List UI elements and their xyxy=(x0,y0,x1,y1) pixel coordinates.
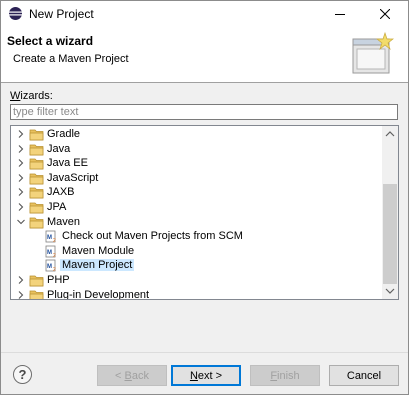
folder-icon xyxy=(29,275,44,287)
tree-item-label: JAXB xyxy=(47,186,75,199)
wizard-title: Select a wizard xyxy=(7,34,94,48)
window-title: New Project xyxy=(29,7,94,21)
svg-text:2: 2 xyxy=(53,253,56,259)
tree-item[interactable]: M 2 Maven Project xyxy=(11,258,383,273)
tree-item-label: JavaScript xyxy=(47,171,99,184)
tree-item[interactable]: Maven xyxy=(11,215,383,230)
wizard-header: Select a wizard Create a Maven Project xyxy=(1,27,408,83)
tree-item-label: Maven xyxy=(47,215,81,228)
chevron-down-icon[interactable] xyxy=(16,217,26,227)
tree-item[interactable]: JPA xyxy=(11,200,383,215)
wizards-label: Wizards: xyxy=(10,90,53,102)
tree-item[interactable]: M 2 Check out Maven Projects from SCM xyxy=(11,229,383,244)
tree-item-label: JPA xyxy=(47,201,67,213)
chevron-right-icon[interactable] xyxy=(16,158,26,168)
folder-icon xyxy=(29,290,44,299)
scroll-down-button[interactable] xyxy=(382,283,398,299)
tree-item-label: Gradle xyxy=(47,128,81,140)
eclipse-icon xyxy=(9,7,22,20)
tree-item-label: Plug-in Development xyxy=(47,288,150,300)
folder-icon xyxy=(29,129,44,141)
wizard-filter-input[interactable] xyxy=(10,104,398,120)
svg-text:M: M xyxy=(47,235,52,241)
finish-button[interactable]: Finish xyxy=(250,365,320,386)
tree-item[interactable]: Gradle xyxy=(11,127,383,142)
wizard-tree[interactable]: Plug-in Development PHP M 2 Maven Project M 2 M… xyxy=(10,125,399,300)
tree-item[interactable]: Java xyxy=(11,142,383,157)
svg-text:M: M xyxy=(47,264,52,270)
tree-item[interactable]: Plug-in Development xyxy=(11,288,383,300)
scroll-up-button[interactable] xyxy=(382,126,398,142)
chevron-right-icon[interactable] xyxy=(16,187,26,197)
svg-text:2: 2 xyxy=(53,267,56,273)
folder-icon xyxy=(29,217,44,228)
close-icon xyxy=(379,9,390,19)
cancel-button[interactable]: Cancel xyxy=(329,365,399,386)
chevron-right-icon[interactable] xyxy=(16,202,26,212)
chevron-down-icon xyxy=(385,288,395,294)
tree-item-label: Java EE xyxy=(47,157,88,170)
chevron-right-icon[interactable] xyxy=(16,275,26,285)
tree-item[interactable]: JavaScript xyxy=(11,171,383,186)
folder-icon xyxy=(29,202,44,214)
next-button[interactable]: Next > xyxy=(171,365,241,386)
tree-scrollbar[interactable] xyxy=(382,126,398,299)
chevron-right-icon[interactable] xyxy=(16,290,26,300)
svg-text:2: 2 xyxy=(53,238,56,244)
minimize-button[interactable] xyxy=(317,1,362,27)
tree-item[interactable]: Java EE xyxy=(11,156,383,171)
folder-icon xyxy=(29,173,44,185)
tree-item-label: PHP xyxy=(47,274,70,286)
tree-item[interactable]: JAXB xyxy=(11,185,383,200)
tree-item-label: Maven Project xyxy=(60,259,135,272)
folder-icon xyxy=(29,158,44,170)
title-bar[interactable]: New Project xyxy=(1,1,408,27)
wizard-description: Create a Maven Project xyxy=(13,53,129,65)
tree-item[interactable]: PHP xyxy=(11,273,383,288)
maven-icon: M2 xyxy=(45,245,56,259)
help-button[interactable]: ? xyxy=(13,365,32,384)
minimize-icon xyxy=(334,14,345,15)
chevron-right-icon[interactable] xyxy=(16,144,26,154)
maven-icon: M2 xyxy=(45,230,56,244)
chevron-up-icon xyxy=(385,131,395,137)
folder-icon xyxy=(29,144,44,155)
tree-item-label: Check out Maven Projects from SCM xyxy=(62,230,243,243)
new-project-dialog: New Project Select a wizard Create a Mav… xyxy=(0,0,409,395)
scroll-thumb[interactable] xyxy=(383,184,397,284)
tree-item-label: Maven Module xyxy=(62,244,135,257)
close-button[interactable] xyxy=(362,1,407,27)
svg-text:M: M xyxy=(47,250,52,256)
new-wizard-banner-icon xyxy=(352,31,394,74)
maven-icon: M2 xyxy=(45,259,56,273)
folder-icon xyxy=(29,188,44,199)
tree-item-label: Java xyxy=(47,142,71,155)
back-button[interactable]: < Back xyxy=(97,365,167,386)
chevron-right-icon[interactable] xyxy=(16,129,26,139)
chevron-right-icon[interactable] xyxy=(16,173,26,183)
footer-divider xyxy=(1,352,408,353)
tree-item[interactable]: M 2 Maven Module xyxy=(11,244,383,259)
